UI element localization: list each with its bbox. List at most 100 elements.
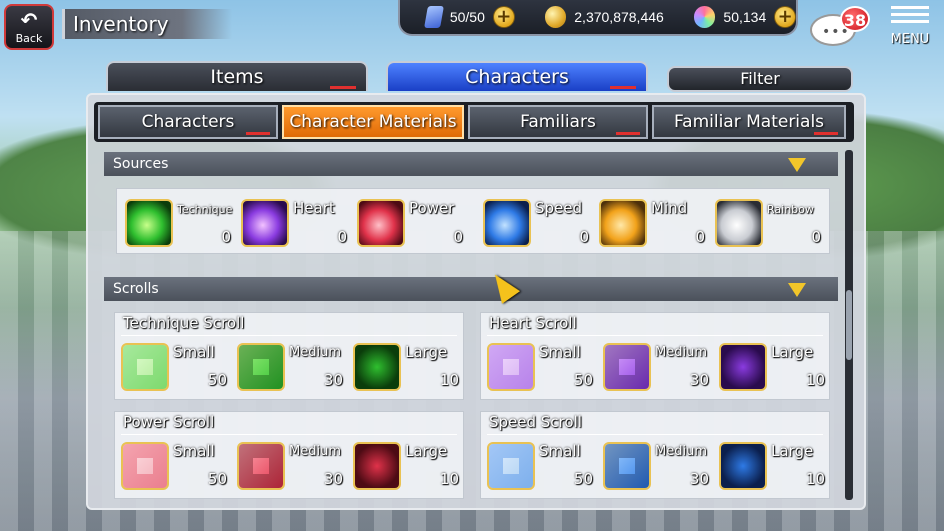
scrolls-title: Scrolls: [113, 281, 159, 297]
back-arrow-icon: ↶: [20, 7, 38, 32]
speed-source-icon: [483, 199, 531, 247]
resource-bar: 50/50 + 2,370,878,446 50,134 +: [398, 0, 798, 36]
tab-indicator: [330, 86, 356, 89]
scroll-item[interactable]: Small 50: [119, 442, 231, 494]
tab-characters-label: Characters: [465, 66, 569, 88]
scroll-item[interactable]: Small 50: [119, 343, 231, 395]
item-qty: 30: [323, 371, 343, 389]
speed-scroll-large-icon: [719, 442, 767, 490]
list-scrollbar[interactable]: [845, 150, 853, 500]
collapse-triangle-icon[interactable]: [788, 158, 806, 172]
mind-source-icon: [599, 199, 647, 247]
power-scroll-group: Power Scroll Small 50 Medium 30 Large 10: [114, 411, 464, 499]
scroll-item[interactable]: Large 10: [351, 343, 463, 395]
source-qty: 0: [811, 228, 821, 246]
back-button[interactable]: ↶ Back: [4, 4, 54, 50]
item-qty: 30: [689, 470, 709, 488]
gem-value: 50,134: [723, 9, 767, 25]
item-name: Large: [771, 343, 814, 361]
source-name: Heart: [293, 199, 335, 217]
scroll-item[interactable]: Small 50: [485, 442, 597, 494]
source-item[interactable]: Mind 0: [595, 197, 705, 247]
scroll-item[interactable]: Medium 30: [601, 343, 713, 395]
technique-scroll-large-icon: [353, 343, 401, 391]
speed-scroll-small-icon: [487, 442, 535, 490]
source-item[interactable]: Speed 0: [479, 197, 589, 247]
sources-title: Sources: [113, 156, 169, 172]
scroll-item[interactable]: Medium 30: [235, 442, 347, 494]
subtab-familiars[interactable]: Familiars: [468, 105, 648, 139]
scroll-item[interactable]: Large 10: [717, 442, 829, 494]
subtab-character-materials[interactable]: Character Materials: [282, 105, 464, 139]
scroll-item[interactable]: Medium 30: [601, 442, 713, 494]
item-qty: 30: [689, 371, 709, 389]
heart-scroll-group: Heart Scroll Small 50 Medium 30 Large 10: [480, 312, 830, 400]
technique-scroll-small-icon: [121, 343, 169, 391]
add-stamina-button[interactable]: +: [492, 6, 515, 28]
chat-badge: 38: [840, 6, 870, 32]
source-qty: 0: [579, 228, 589, 246]
source-name: Power: [409, 199, 455, 217]
source-item[interactable]: Heart 0: [237, 197, 347, 247]
item-name: Medium: [655, 444, 707, 459]
source-item[interactable]: Power 0: [353, 197, 463, 247]
chat-button[interactable]: ••• 38: [810, 6, 870, 50]
menu-button[interactable]: MENU: [884, 4, 936, 52]
source-name: Rainbow: [767, 203, 814, 216]
source-qty: 0: [453, 228, 463, 246]
speed-scroll-group: Speed Scroll Small 50 Medium 30 Large 10: [480, 411, 830, 499]
add-gems-button[interactable]: +: [774, 6, 797, 28]
tab-characters[interactable]: Characters: [386, 61, 648, 91]
power-scroll-medium-icon: [237, 442, 285, 490]
source-qty: 0: [221, 228, 231, 246]
stamina-value: 50/50: [449, 9, 485, 25]
item-name: Small: [173, 343, 215, 361]
source-name: Technique: [177, 203, 233, 216]
source-name: Mind: [651, 199, 688, 217]
materials-list[interactable]: Sources Technique 0 Heart 0 Power 0 Spee…: [104, 150, 844, 500]
item-qty: 50: [207, 371, 227, 389]
item-name: Small: [173, 442, 215, 460]
item-name: Small: [539, 442, 581, 460]
heart-scroll-small-icon: [487, 343, 535, 391]
gem-icon: [693, 6, 716, 28]
tab-indicator: [814, 132, 838, 135]
scroll-item[interactable]: Large 10: [717, 343, 829, 395]
collapse-triangle-icon[interactable]: [788, 283, 806, 297]
subtab-label: Familiars: [520, 112, 596, 132]
source-item[interactable]: Technique 0: [121, 197, 233, 247]
scroll-item[interactable]: Medium 30: [235, 343, 347, 395]
item-qty: 50: [573, 371, 593, 389]
tab-items[interactable]: Items: [106, 61, 368, 91]
item-name: Large: [405, 442, 448, 460]
subtab-characters[interactable]: Characters: [98, 105, 278, 139]
power-scroll-large-icon: [353, 442, 401, 490]
item-name: Medium: [655, 345, 707, 360]
source-item[interactable]: Rainbow 0: [711, 197, 821, 247]
coin-icon: [544, 6, 567, 28]
item-qty: 10: [439, 470, 459, 488]
subtab-familiar-materials[interactable]: Familiar Materials: [652, 105, 846, 139]
scroll-item[interactable]: Large 10: [351, 442, 463, 494]
subtab-label: Familiar Materials: [673, 112, 825, 132]
item-name: Small: [539, 343, 581, 361]
item-qty: 10: [805, 371, 825, 389]
group-title: Technique Scroll: [123, 314, 245, 332]
scrolls-header[interactable]: Scrolls: [104, 277, 838, 301]
subtab-label: Character Materials: [289, 112, 457, 132]
item-name: Large: [405, 343, 448, 361]
power-source-icon: [357, 199, 405, 247]
subtab-label: Characters: [141, 112, 235, 132]
sources-header[interactable]: Sources: [104, 152, 838, 176]
sub-tab-bar: Characters Character Materials Familiars…: [94, 102, 854, 142]
item-qty: 10: [439, 371, 459, 389]
technique-source-icon: [125, 199, 173, 247]
group-title: Speed Scroll: [489, 413, 582, 431]
scrollbar-thumb[interactable]: [846, 290, 852, 360]
scroll-item[interactable]: Small 50: [485, 343, 597, 395]
item-qty: 10: [805, 470, 825, 488]
back-label: Back: [15, 31, 43, 45]
filter-button[interactable]: Filter: [667, 66, 853, 92]
heart-scroll-large-icon: [719, 343, 767, 391]
sources-box: Technique 0 Heart 0 Power 0 Speed 0 Mind…: [116, 188, 830, 254]
